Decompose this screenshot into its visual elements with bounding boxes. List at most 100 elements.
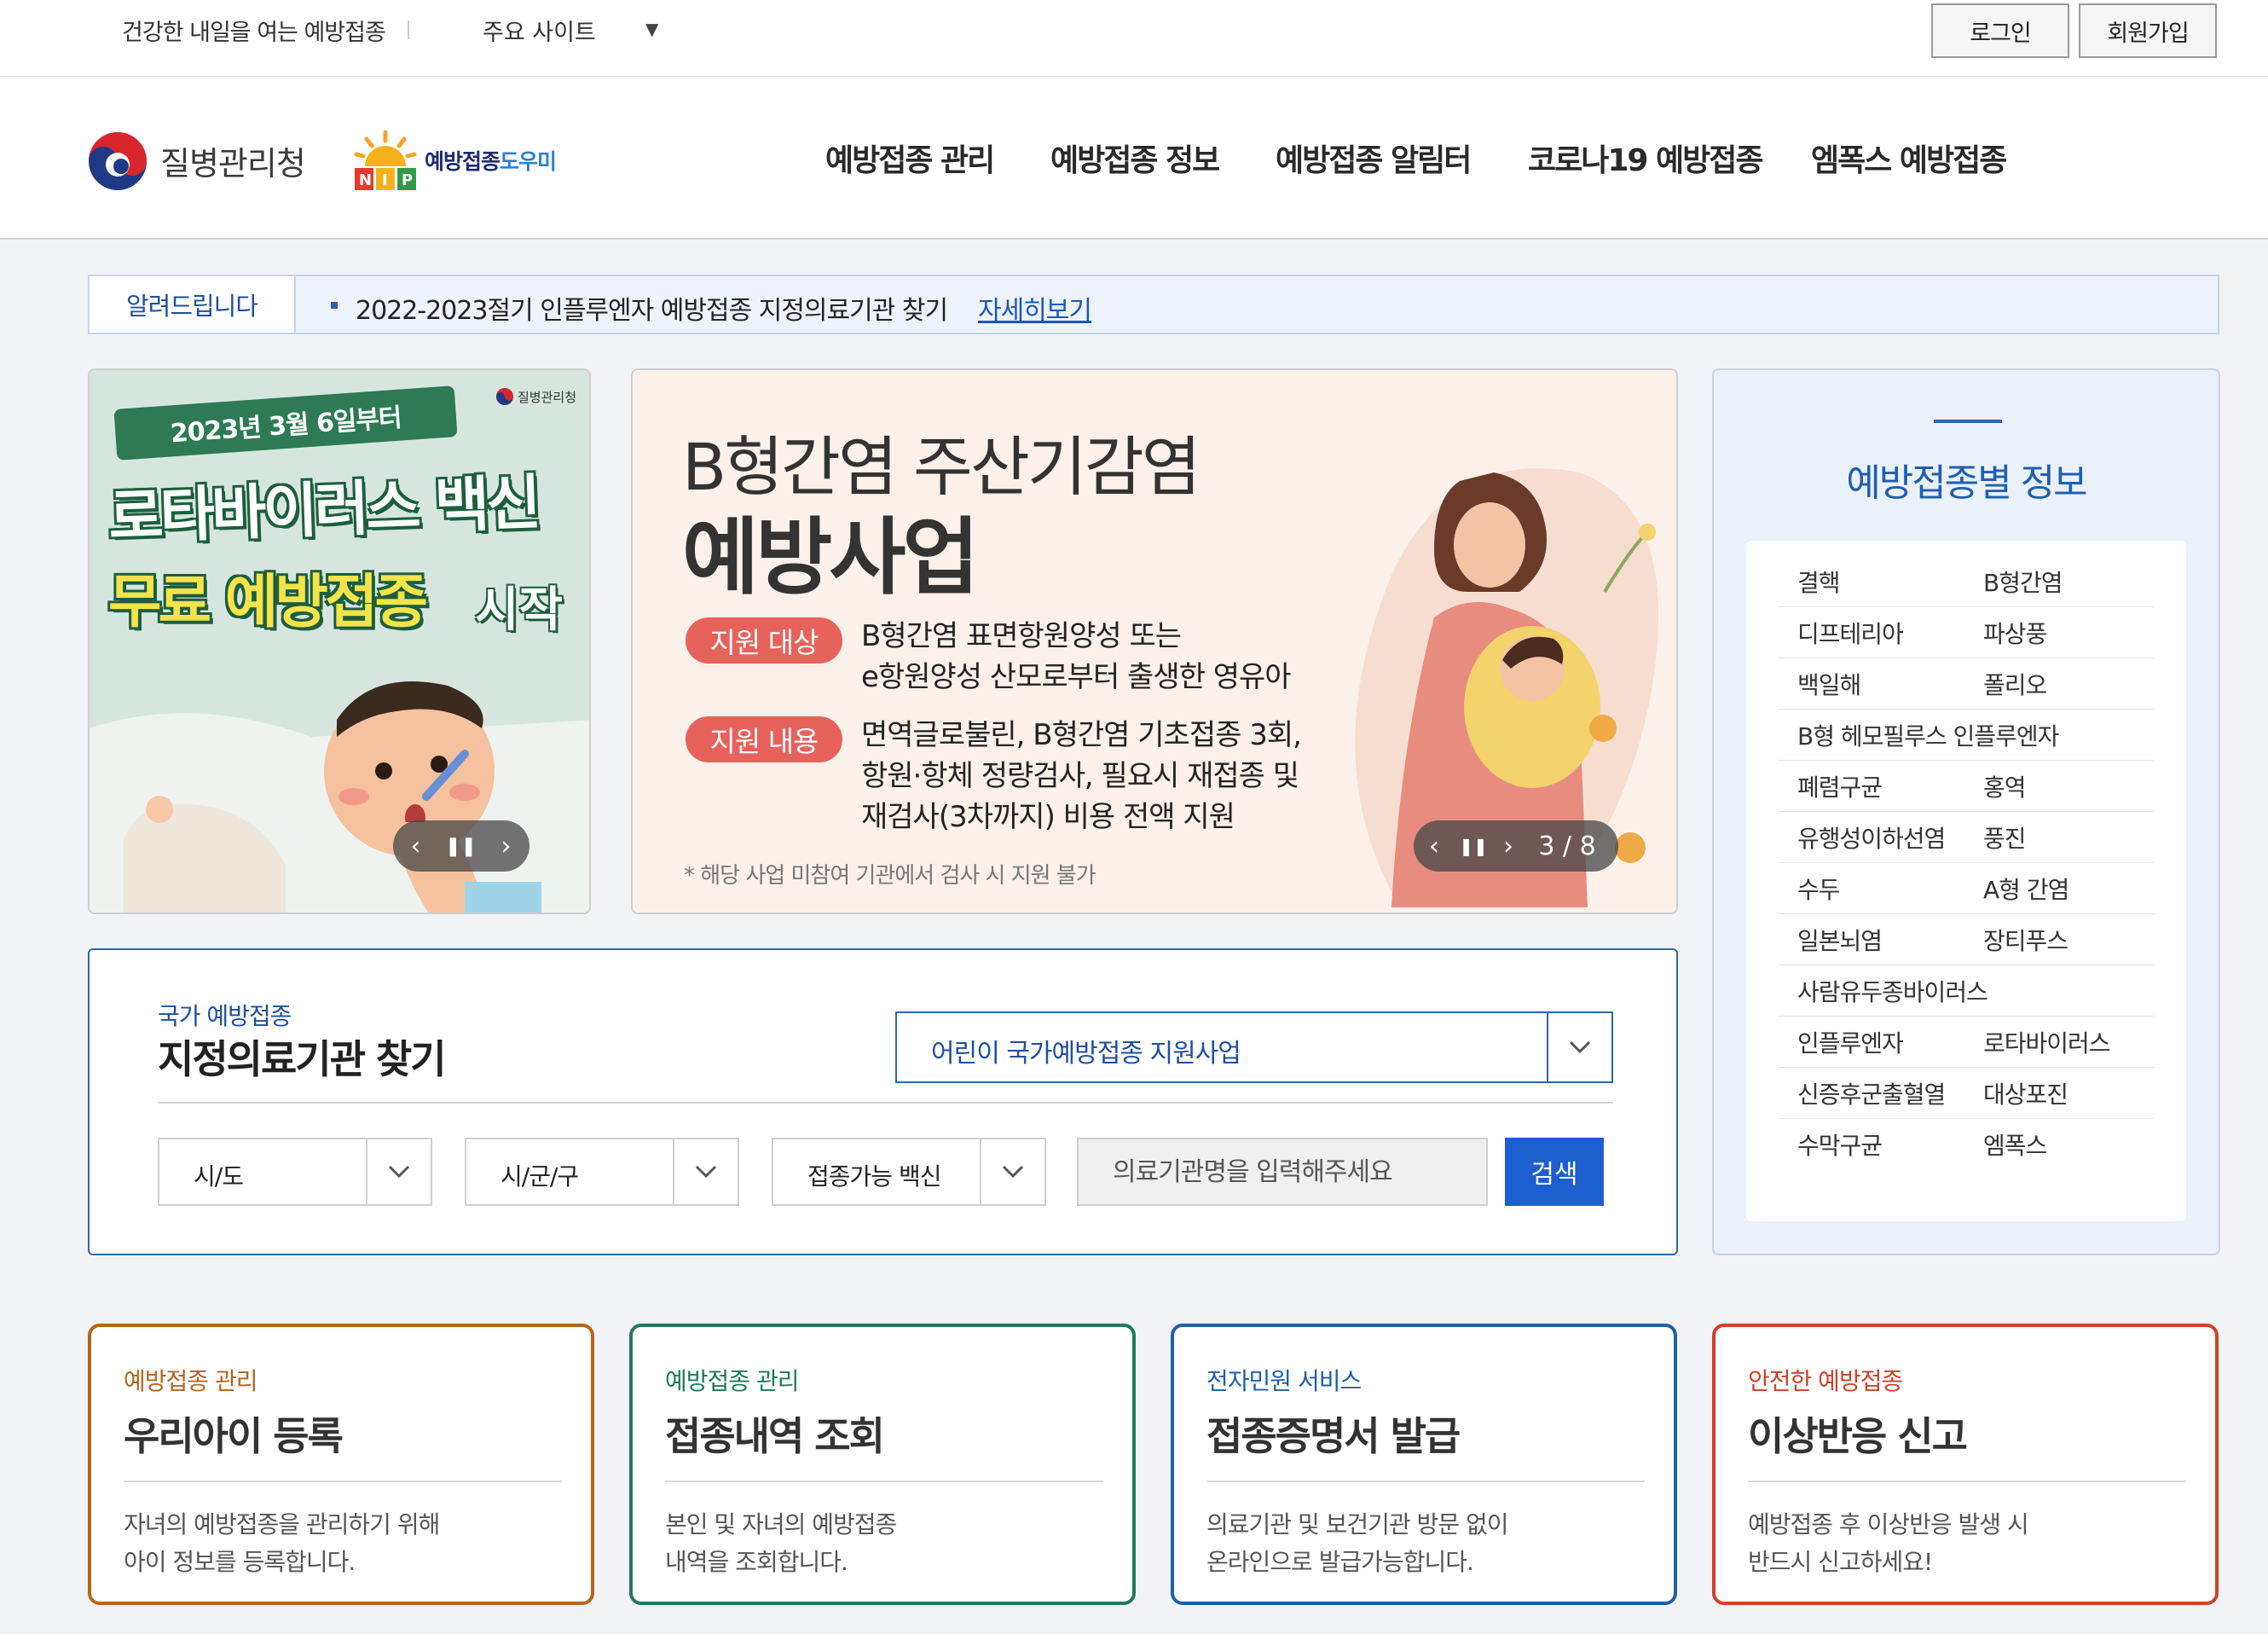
vaccine-link[interactable]: 엠폭스 — [1964, 1127, 2150, 1162]
vaccine-link[interactable]: 풍진 — [1964, 820, 2150, 855]
vaccine-link[interactable]: 디프테리아 — [1779, 616, 1964, 650]
list-item: 유행성이하선염 풍진 — [1779, 812, 2154, 863]
chevron-left-icon[interactable]: ‹ — [393, 831, 438, 861]
card-title: 이상반응 신고 — [1748, 1413, 1968, 1459]
vaccine-link[interactable]: 파상풍 — [1964, 616, 2150, 650]
sido-select[interactable]: 시/도 — [158, 1138, 432, 1206]
support-content-desc: 면역글로불린, B형간염 기초접종 3회, 항원·항체 정량검사, 필요시 재접… — [861, 718, 1302, 834]
search-subtitle: 국가 예방접종 — [158, 1002, 292, 1030]
banner-title-bold: 예방사업 — [682, 509, 980, 606]
svg-text:I: I — [382, 171, 388, 189]
card-description: 예방접종 후 이상반응 발생 시 반드시 신고하세요! — [1748, 1510, 2029, 1576]
nav-vaccination-notice[interactable]: 예방접종 알림터 — [1276, 136, 1472, 180]
utility-bar: 건강한 내일을 여는 예방접종 주요 사이트 ▼ 로그인 회원가입 — [0, 0, 2268, 77]
vaccine-link[interactable]: 신증후군출혈열 — [1779, 1076, 1964, 1110]
chevron-left-icon[interactable]: ‹ — [1414, 831, 1455, 861]
banner-date-pill: 2023년 3월 6일부터 — [113, 385, 458, 461]
vaccine-link[interactable]: 백일해 — [1779, 667, 1964, 701]
nav-mpox-vaccination[interactable]: 엠폭스 예방접종 — [1811, 136, 2007, 180]
list-item: 수두 A형 간염 — [1779, 863, 2154, 914]
sigungu-select-value: 시/군/구 — [500, 1162, 579, 1191]
vaccine-link[interactable]: 유행성이하선염 — [1779, 820, 1964, 855]
search-heading: 지정의료기관 찾기 — [158, 1036, 447, 1082]
chevron-down-icon[interactable] — [673, 1139, 738, 1204]
nip-logo-icon[interactable]: N I P — [350, 129, 421, 194]
card-description: 본인 및 자녀의 예방접종 내역을 조회합니다. — [665, 1510, 897, 1576]
vaccine-link[interactable]: 장티푸스 — [1964, 923, 2150, 957]
login-button[interactable]: 로그인 — [1931, 3, 2069, 58]
vaccine-link[interactable]: B형 헤모필루스 인플루엔자 — [1779, 718, 2059, 752]
banner-kdca-text: 질병관리청 — [518, 390, 577, 405]
vaccine-link[interactable]: 로타바이러스 — [1964, 1025, 2150, 1059]
vaccine-link[interactable]: 대상포진 — [1964, 1076, 2150, 1110]
vaccine-link[interactable]: 사람유두종바이러스 — [1779, 974, 1988, 1008]
notice-label[interactable]: 알려드립니다 — [90, 276, 296, 333]
sigungu-select[interactable]: 시/군/구 — [465, 1138, 739, 1206]
notice-text[interactable]: 2022-2023절기 인플루엔자 예방접종 지정의료기관 찾기 — [356, 289, 948, 327]
nav-covid19-vaccination[interactable]: 코로나19 예방접종 — [1528, 136, 1763, 180]
hepatitis-b-banner[interactable]: B형간염 주산기감염 예방사업 지원 대상 B형간염 표면항원양성 또는 e항원… — [631, 368, 1678, 914]
vaccine-link[interactable]: 일본뇌염 — [1779, 923, 1964, 957]
card-description: 의료기관 및 보건기관 방문 없이 온라인으로 발급가능합니다. — [1206, 1510, 1508, 1576]
divider — [158, 1102, 1613, 1104]
chevron-right-icon[interactable]: › — [1492, 831, 1525, 861]
kdca-logo-icon[interactable] — [87, 130, 148, 192]
register-child-card[interactable]: 예방접종 관리 우리아이 등록 자녀의 예방접종을 관리하기 위해 아이 정보를… — [88, 1324, 594, 1605]
vaccine-link[interactable]: 홍역 — [1964, 769, 2150, 803]
list-item: 수막구균 엠폭스 — [1779, 1119, 2154, 1170]
vaccine-link[interactable]: 폐렴구균 — [1779, 769, 1964, 803]
bullet-icon — [331, 302, 338, 309]
chevron-down-icon[interactable] — [980, 1139, 1044, 1204]
list-item: 폐렴구균 홍역 — [1779, 761, 2154, 812]
list-item: 인플루엔자 로타바이러스 — [1779, 1017, 2154, 1068]
chevron-right-icon[interactable]: › — [483, 831, 529, 861]
clinic-search-box: 국가 예방접종 지정의료기관 찾기 어린이 국가예방접종 지원사업 시/도 시/… — [88, 948, 1678, 1255]
vaccination-history-card[interactable]: 예방접종 관리 접종내역 조회 본인 및 자녀의 예방접종 내역을 조회합니다. — [629, 1324, 1136, 1605]
card-description: 자녀의 예방접종을 관리하기 위해 아이 정보를 등록합니다. — [124, 1510, 440, 1576]
program-select[interactable]: 어린이 국가예방접종 지원사업 — [895, 1011, 1613, 1083]
vaccine-link[interactable]: 폴리오 — [1964, 667, 2150, 701]
vaccine-link[interactable]: 수두 — [1779, 872, 1964, 906]
pause-icon[interactable]: ❚❚ — [1455, 836, 1492, 856]
vaccine-link[interactable]: 결핵 — [1779, 565, 1964, 599]
banner1-slider-controls: ‹ ❚❚ › — [393, 820, 529, 872]
vaccine-link[interactable]: B형간염 — [1964, 565, 2150, 599]
support-content-tag: 지원 내용 — [686, 716, 842, 762]
vaccine-select[interactable]: 접종가능 백신 — [772, 1138, 1046, 1206]
adverse-reaction-report-card[interactable]: 안전한 예방접종 이상반응 신고 예방접종 후 이상반응 발생 시 반드시 신고… — [1712, 1324, 2219, 1605]
chevron-down-icon[interactable] — [366, 1139, 431, 1204]
clinic-name-input[interactable] — [1077, 1138, 1488, 1206]
vaccine-link[interactable]: A형 간염 — [1964, 872, 2150, 906]
vaccine-list: 결핵 B형간염 디프테리아 파상풍 백일해 폴리오 B형 헤모필루스 인플루엔자 폐렴… — [1746, 541, 2186, 1221]
card-category: 안전한 예방접종 — [1748, 1367, 1903, 1395]
certificate-issue-card[interactable]: 전자민원 서비스 접종증명서 발급 의료기관 및 보건기관 방문 없이 온라인으… — [1171, 1324, 1677, 1605]
nip-brand[interactable]: 예방접종도우미 — [425, 145, 557, 176]
notice-more-link[interactable]: 자세히보기 — [978, 289, 1092, 327]
divider — [665, 1480, 1103, 1482]
vaccine-link[interactable]: 인플루엔자 — [1779, 1025, 1964, 1059]
sido-select-value: 시/도 — [194, 1162, 244, 1191]
program-select-value: 어린이 국가예방접종 지원사업 — [931, 1039, 1241, 1069]
nav-vaccination-management[interactable]: 예방접종 관리 — [825, 136, 995, 180]
signup-button[interactable]: 회원가입 — [2079, 3, 2217, 58]
title-accent — [1934, 420, 2002, 423]
search-button[interactable]: 검색 — [1505, 1138, 1604, 1206]
vaccine-link[interactable]: 수막구균 — [1779, 1127, 1964, 1162]
vaccine-info-panel: 예방접종별 정보 결핵 B형간염 디프테리아 파상풍 백일해 폴리오 B형 헤모필루스… — [1712, 368, 2220, 1255]
pause-icon[interactable]: ❚❚ — [438, 836, 483, 857]
support-target-tag: 지원 대상 — [686, 617, 842, 663]
card-title: 우리아이 등록 — [124, 1413, 344, 1459]
rotavirus-banner[interactable]: 2023년 3월 6일부터 질병관리청 로타바이러스 백신 무료 예방접종 시작… — [88, 368, 591, 914]
svg-text:N: N — [359, 171, 372, 189]
kdca-name[interactable]: 질병관리청 — [160, 137, 306, 184]
baby-illustration-icon — [90, 681, 589, 913]
list-item: 신증후군출혈열 대상포진 — [1779, 1068, 2154, 1119]
nav-vaccination-info[interactable]: 예방접종 정보 — [1050, 136, 1220, 180]
list-item: 백일해 폴리오 — [1779, 658, 2154, 710]
caret-down-icon[interactable]: ▼ — [645, 19, 658, 39]
chevron-down-icon[interactable] — [1547, 1013, 1611, 1081]
divider — [1206, 1480, 1645, 1482]
major-sites-dropdown[interactable]: 주요 사이트 — [483, 14, 596, 47]
list-item: 디프테리아 파상풍 — [1779, 607, 2154, 658]
card-category: 전자민원 서비스 — [1206, 1367, 1362, 1395]
